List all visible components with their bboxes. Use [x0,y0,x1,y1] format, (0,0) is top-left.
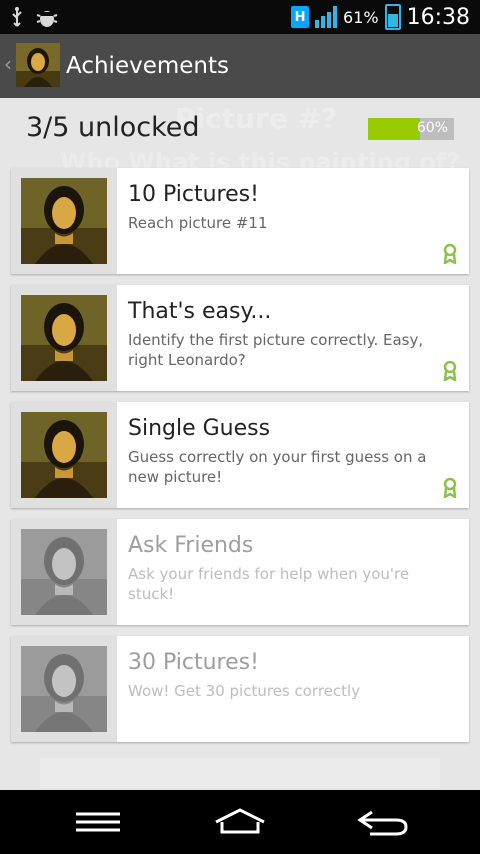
usb-icon [10,6,24,33]
mona-lisa-thumbnail [21,646,107,732]
signal-strength-icon [315,6,338,28]
achievement-description: Wow! Get 30 pictures correctly [128,682,361,700]
award-ribbon-icon [443,478,457,498]
back-button[interactable] [352,802,412,842]
app-icon[interactable] [16,43,60,87]
mona-lisa-thumbnail [21,295,107,381]
home-icon [215,808,265,834]
achievement-card[interactable]: That's easy... Identify the first pictur… [11,285,469,391]
battery-icon [384,4,401,30]
achievement-description: Guess correctly on your first guess on a… [128,448,427,486]
mona-lisa-thumbnail [21,529,107,615]
progress-fill [368,118,420,140]
navigation-bar [0,790,480,854]
achievement-description: Identify the first picture correctly. Ea… [128,331,424,369]
menu-button[interactable] [68,802,128,842]
progress-bar: 60% [368,118,454,140]
clock: 16:38 [406,4,470,30]
progress-label: 60% [416,120,448,136]
back-icon [357,810,408,836]
home-button[interactable] [210,802,270,842]
achievements-panel: Picture #? Who What is this painting of?… [0,98,480,790]
page-title: Achievements [66,53,229,79]
achievement-description: Ask your friends for help when you're st… [128,565,410,603]
android-debug-icon [36,6,58,33]
award-ribbon-icon [443,361,457,381]
mona-lisa-thumbnail [21,412,107,498]
achievement-card[interactable]: 10 Pictures! Reach picture #11 [11,168,469,274]
achievement-name: 10 Pictures! [128,182,259,207]
award-ribbon-icon [443,244,457,264]
achievement-card-locked[interactable]: Ask Friends Ask your friends for help wh… [11,519,469,625]
achievement-card-locked[interactable]: 30 Pictures! Wow! Get 30 pictures correc… [11,636,469,742]
achievement-name: That's easy... [128,299,272,324]
status-bar: H 61% 16:38 [0,0,480,34]
up-caret-icon[interactable]: ‹ [4,52,12,76]
achievement-name: Ask Friends [128,533,254,558]
action-bar: ‹ Achievements [0,34,480,98]
battery-percent: 61% [343,7,379,27]
mona-lisa-thumbnail [21,178,107,264]
achievement-card[interactable]: Single Guess Guess correctly on your fir… [11,402,469,508]
menu-icon [76,812,120,832]
achievement-name: 30 Pictures! [128,650,259,675]
network-type-badge: H [291,6,310,28]
background-footer [40,758,440,788]
achievement-name: Single Guess [128,416,271,441]
achievement-description: Reach picture #11 [128,214,268,232]
unlocked-summary: 3/5 unlocked [26,112,200,143]
